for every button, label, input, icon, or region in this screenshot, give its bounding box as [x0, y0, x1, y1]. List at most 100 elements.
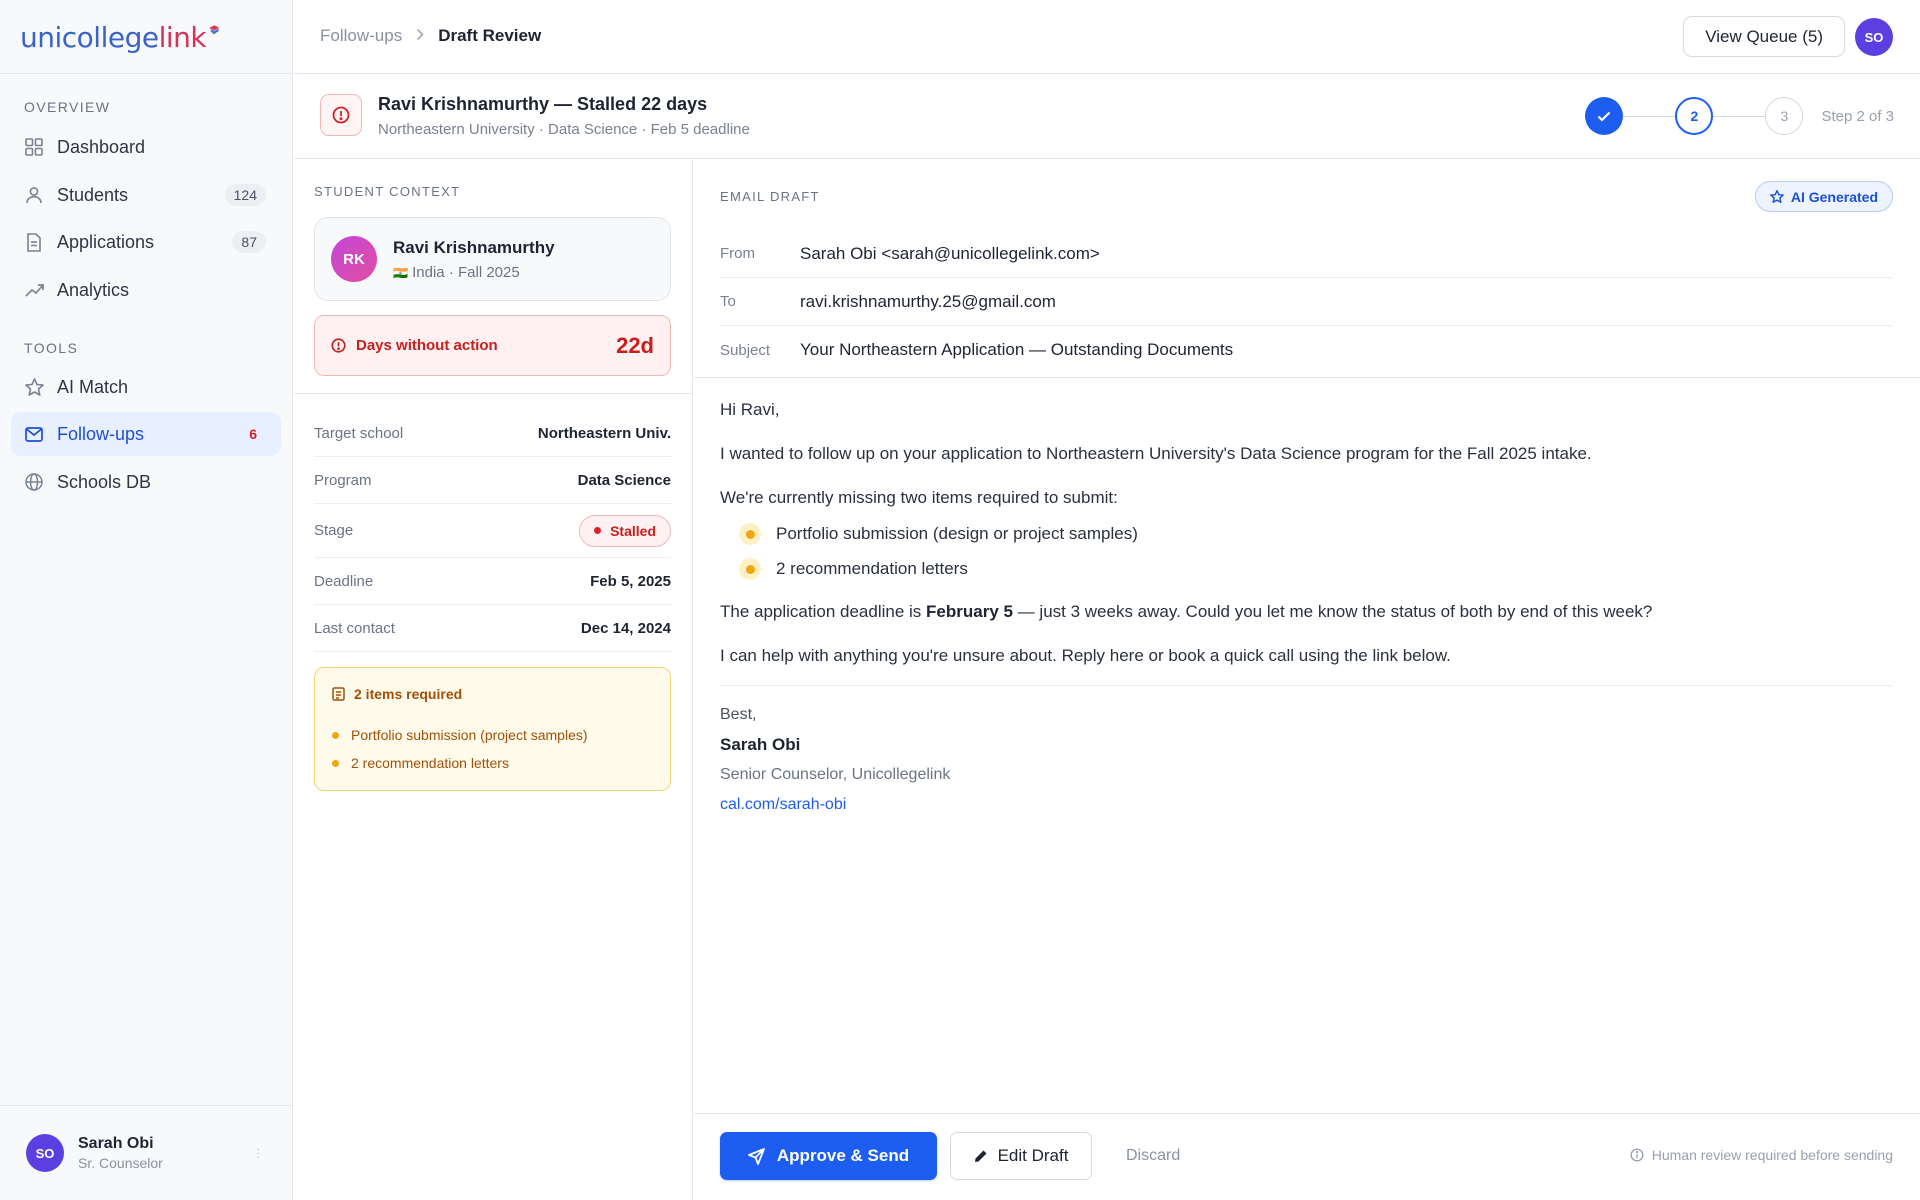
sidebar-item-dashboard[interactable]: Dashboard: [11, 125, 281, 169]
sign-off: Best,: [720, 706, 757, 723]
pencil-icon: [974, 1150, 987, 1162]
student-meta: 🇮🇳 India · Fall 2025: [393, 264, 520, 281]
field-label: To: [720, 293, 736, 310]
logo-text: unicollegelink: [20, 20, 207, 54]
detail-key: Target school: [314, 424, 404, 442]
breadcrumb-parent-link[interactable]: Follow-ups: [320, 26, 402, 46]
grid-icon: [24, 137, 44, 157]
sidebar-item-label: Schools DB: [57, 471, 152, 492]
sidebar-item-label: Follow-ups: [57, 423, 145, 444]
student-card[interactable]: RK Ravi Krishnamurthy 🇮🇳 India · Fall 20…: [314, 217, 671, 301]
step-2-current[interactable]: 2: [1675, 97, 1714, 135]
sidebar-item-label: Applications: [57, 231, 155, 252]
requirements-box: 2 items required Portfolio submission (p…: [314, 667, 671, 791]
list-item: 2 recommendation letters: [724, 558, 968, 580]
approve-send-button[interactable]: Approve & Send: [720, 1132, 937, 1180]
email-greeting: Hi Ravi,: [720, 400, 780, 419]
student-meta-text: India · Fall 2025: [412, 264, 520, 281]
edit-draft-button[interactable]: Edit Draft: [950, 1132, 1092, 1180]
list-item-text: 2 recommendation letters: [776, 559, 968, 578]
signature-role: Senior Counselor, Unicollegelink: [720, 766, 951, 783]
sidebar-item-ai-match[interactable]: AI Match: [11, 365, 281, 409]
field-label: From: [720, 245, 755, 262]
sidebar-divider: [0, 73, 292, 74]
button-label: Approve & Send: [776, 1146, 910, 1165]
avatar[interactable]: SO: [1855, 18, 1893, 56]
step-3-pending[interactable]: 3: [1765, 97, 1804, 135]
list-item: 2 recommendation letters: [332, 749, 588, 777]
sidebar-item-students[interactable]: Students 124: [11, 173, 281, 217]
more-options-icon[interactable]: · · ·: [257, 1145, 260, 1163]
star-icon: [1769, 190, 1784, 203]
email-paragraph: I wanted to follow up on your applicatio…: [720, 444, 1592, 463]
section-label: EMAIL DRAFT: [720, 189, 820, 204]
star-icon: [24, 377, 44, 397]
requirements-title-text: 2 items required: [354, 686, 463, 702]
ai-badge-label: AI Generated: [1790, 188, 1878, 205]
from-value: Sarah Obi <sarah@unicollegelink.com>: [800, 243, 1100, 263]
step-connector: [1713, 115, 1766, 117]
email-paragraph: We're currently missing two items requir…: [720, 488, 1118, 507]
requirements-list: Portfolio submission (project samples) 2…: [332, 721, 588, 777]
step-label: Step 2 of 3: [1821, 107, 1894, 125]
divider: [720, 685, 1893, 686]
detail-value: Northeastern Univ.: [537, 424, 671, 442]
trend-icon: [24, 280, 44, 300]
list-item-text: Portfolio submission (project samples): [351, 727, 588, 743]
bullet-dot: [332, 759, 339, 767]
status-dot: [594, 527, 602, 534]
subject-field: Subject Your Northeastern Application — …: [720, 326, 1893, 374]
page-title: Draft Review: [438, 26, 542, 45]
to-value[interactable]: ravi.krishnamurthy.25@gmail.com: [800, 292, 1056, 312]
action-bar: Approve & Send Edit Draft Discard Human …: [694, 1113, 1920, 1200]
mail-icon: [24, 424, 44, 444]
days-without-action-alert: Days without action 22d: [314, 315, 671, 376]
list-item: Portfolio submission (design or project …: [724, 523, 1138, 545]
to-field: To ravi.krishnamurthy.25@gmail.com: [720, 278, 1893, 326]
discard-button[interactable]: Discard: [1110, 1132, 1196, 1180]
bullet-dot: [739, 558, 761, 580]
detail-key: Program: [314, 471, 372, 489]
detail-row-stage: Stage Stalled: [314, 504, 671, 558]
sidebar-item-analytics[interactable]: Analytics: [11, 268, 281, 312]
send-icon: [747, 1147, 765, 1165]
detail-value: Dec 14, 2024: [580, 619, 671, 637]
subject-value[interactable]: Your Northeastern Application — Outstand…: [800, 340, 1233, 360]
detail-row-deadline: Deadline Feb 5, 2025: [314, 558, 671, 605]
case-header: Ravi Krishnamurthy — Stalled 22 days Nor…: [294, 75, 1920, 159]
detail-value: Feb 5, 2025: [590, 572, 671, 590]
count-badge: 124: [224, 184, 266, 206]
sidebar-item-label: AI Match: [57, 376, 129, 397]
case-title: Ravi Krishnamurthy — Stalled 22 days: [378, 94, 708, 114]
step-connector: [1623, 115, 1676, 117]
student-details: Target school Northeastern Univ. Program…: [314, 410, 671, 652]
logo[interactable]: unicollegelink: [20, 14, 220, 60]
alert-icon: [331, 338, 346, 353]
india-flag-icon: 🇮🇳: [393, 266, 408, 280]
detail-key: Last contact: [314, 619, 395, 637]
signature-name: Sarah Obi: [720, 735, 801, 754]
sidebar-item-applications[interactable]: Applications 87: [11, 220, 281, 264]
user-profile[interactable]: SO Sarah Obi Sr. Counselor · · ·: [0, 1105, 292, 1200]
status-badge-label: Stalled: [610, 522, 656, 539]
info-icon: [1630, 1148, 1644, 1162]
chevron-right-icon: [416, 26, 424, 46]
from-field: From Sarah Obi <sarah@unicollegelink.com…: [720, 230, 1893, 278]
bullet-dot: [739, 523, 761, 545]
sidebar-item-label: Dashboard: [57, 136, 146, 157]
email-draft-panel: EMAIL DRAFT AI Generated From Sarah Obi …: [694, 160, 1920, 1200]
avatar: SO: [26, 1134, 64, 1172]
detail-value: Data Science: [577, 471, 671, 489]
list-item-text: 2 recommendation letters: [351, 755, 509, 771]
section-label: STUDENT CONTEXT: [314, 184, 461, 199]
alert-icon: [320, 94, 362, 136]
sidebar-item-follow-ups[interactable]: Follow-ups 6: [11, 412, 281, 456]
step-1-complete[interactable]: [1585, 97, 1624, 135]
sidebar-item-schools-db[interactable]: Schools DB: [11, 460, 281, 504]
view-queue-button[interactable]: View Queue (5): [1683, 16, 1845, 57]
sidebar-item-label: Students: [57, 184, 129, 205]
sidebar-item-label: Analytics: [57, 279, 130, 300]
divider: [294, 393, 692, 394]
booking-link[interactable]: cal.com/sarah-obi: [720, 790, 950, 820]
days-value: 22d: [616, 332, 654, 358]
